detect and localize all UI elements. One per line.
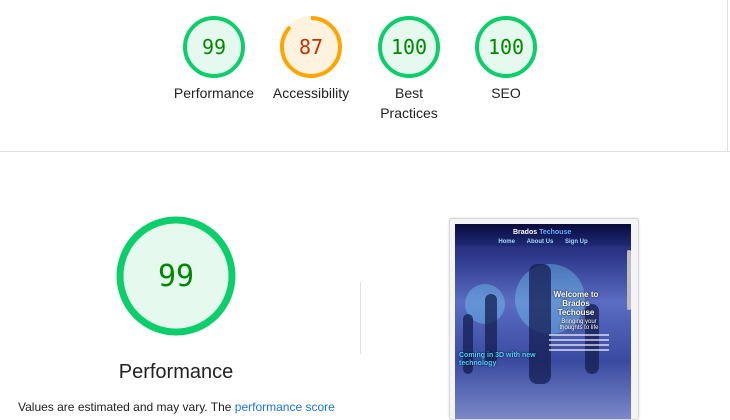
performance-note: Values are estimated and may vary. The p… [18,400,378,414]
hero-subtitle: Bringing your thoughts to life [549,319,609,354]
gauge-ring: 87 [280,16,342,78]
performance-ring: 99 [116,216,236,336]
performance-title: Performance [118,361,234,383]
gauge-ring: 99 [183,16,245,78]
brand-accent: Techouse [539,229,572,236]
gauge-ring: 100 [378,16,440,78]
site-nav: Home About Us Sign Up [455,239,631,245]
site-nav-item: Home [498,239,515,245]
gauge-score: 100 [391,35,427,59]
gauge-score: 87 [299,35,323,59]
coming-soon-text: Coming in 3D with new technology [459,352,536,367]
vertical-divider [360,282,361,354]
site-nav-item: Sign Up [565,239,588,245]
gauge-score: 99 [202,35,226,59]
performance-gauge: 99 [114,214,238,338]
performance-score-link[interactable]: performance score [235,400,335,414]
site-brand: Brados Techouse [513,229,571,236]
gauge-score: 100 [488,35,524,59]
hero-heading: Welcome to Brados Techouse [553,290,599,317]
scrollbar[interactable] [627,250,631,310]
gauge-label: SEO [491,85,521,101]
brand-name: Brados [513,229,538,236]
performance-score: 99 [158,259,194,294]
gauge-ring: 100 [475,16,537,78]
gauge-seo[interactable]: 100 SEO [446,15,566,103]
final-screenshot[interactable]: Brados Techouse Home About Us Sign Up We… [455,224,631,419]
gauge-label: Best Practices [380,85,438,121]
divider [727,0,728,151]
note-text: Values are estimated and may vary. The [18,400,235,414]
site-nav-item: About Us [526,239,554,245]
